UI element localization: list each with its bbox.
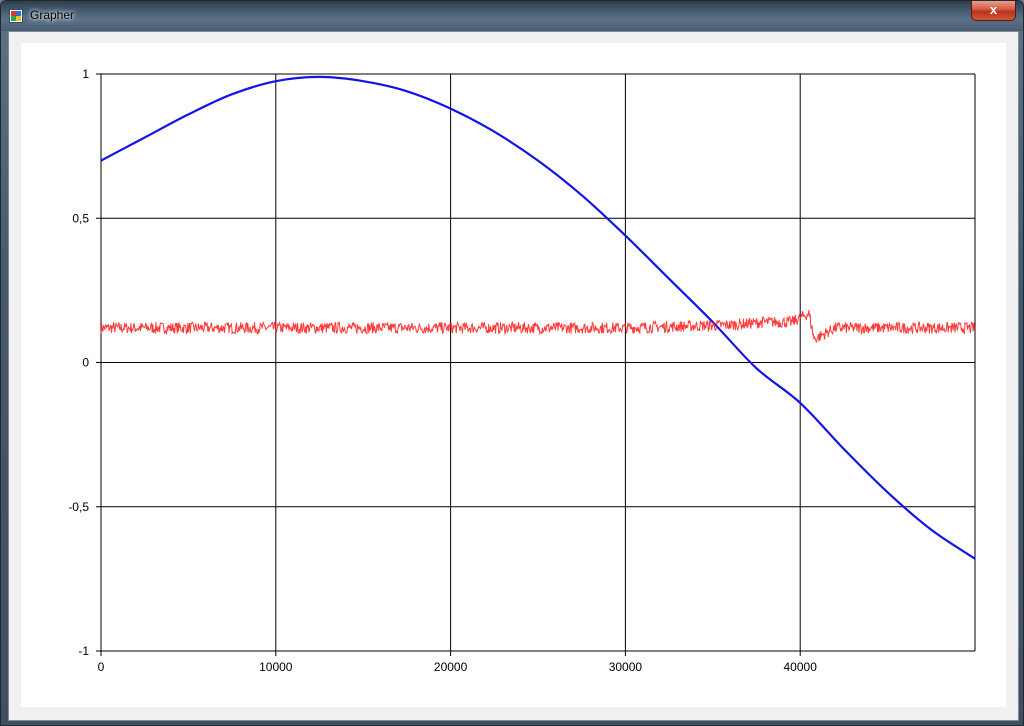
x-tick-label: 30000 [609, 660, 643, 674]
series-line-red [100, 309, 976, 343]
series-line-blue [100, 75, 976, 560]
y-tick-label: 1 [82, 67, 89, 81]
close-icon: x [989, 2, 998, 17]
line-chart: 0 10000 20000 30000 40000 1 0,5 0 -0,5 -1 [68, 67, 976, 674]
series-layer [100, 75, 976, 560]
y-tick-label: 0 [82, 356, 89, 370]
close-button[interactable]: x [971, 1, 1016, 21]
x-tick-label: 10000 [259, 660, 293, 674]
title-bar[interactable]: Grapher x [1, 1, 1023, 31]
application-icon[interactable] [9, 9, 23, 23]
x-tick-label: 20000 [434, 660, 468, 674]
y-tick-label: 0,5 [72, 211, 89, 225]
x-tick-label: 0 [98, 660, 105, 674]
tick-label-layer: 0 10000 20000 30000 40000 1 0,5 0 -0,5 -1 [68, 67, 817, 674]
axis-layer [96, 73, 801, 656]
window-title: Grapher [30, 8, 75, 22]
client-area: 0 10000 20000 30000 40000 1 0,5 0 -0,5 -1 [8, 31, 1019, 721]
chart-canvas: 0 10000 20000 30000 40000 1 0,5 0 -0,5 -1 [21, 43, 1006, 707]
y-tick-label: -0,5 [68, 500, 89, 514]
y-tick-label: -1 [78, 644, 89, 658]
x-tick-label: 40000 [784, 660, 818, 674]
grapher-window: Grapher x 0 10000 20000 30000 40000 1 0,5 0 -0,5… [0, 0, 1024, 726]
